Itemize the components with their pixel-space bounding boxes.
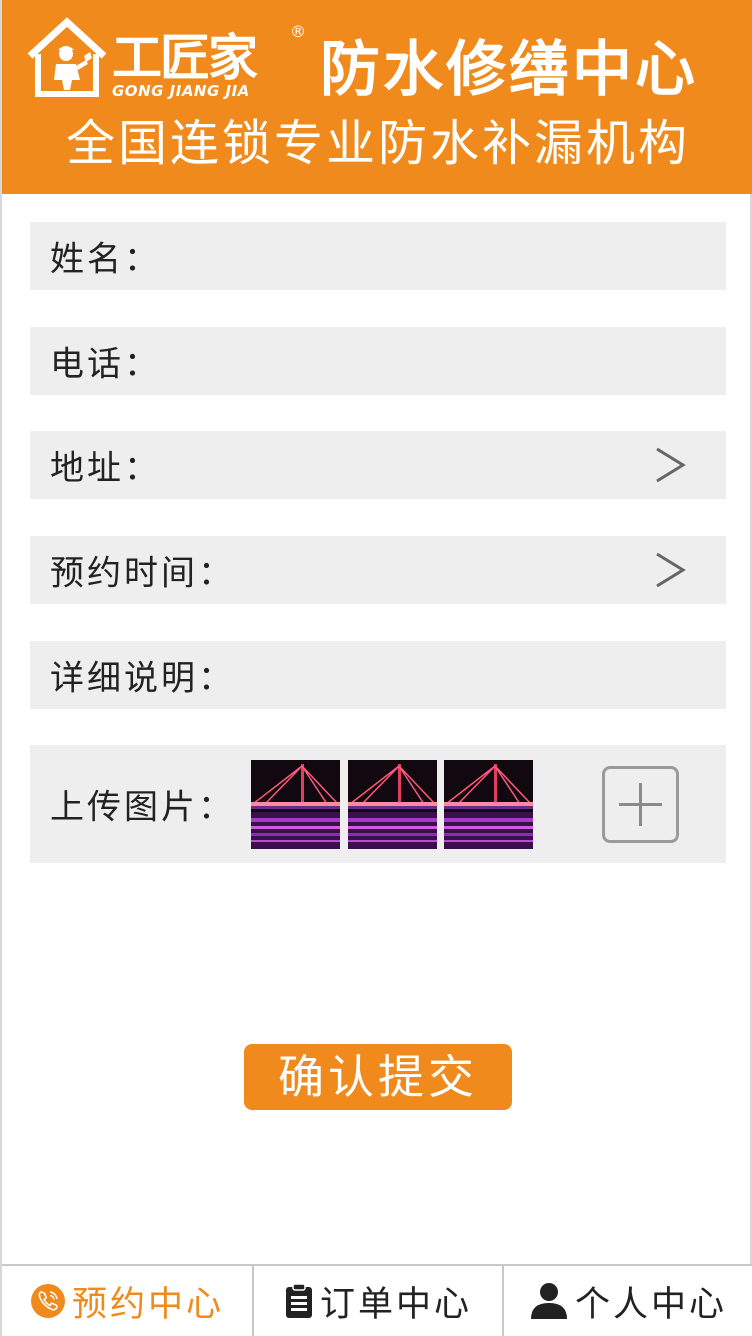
- phone-icon: [30, 1284, 65, 1318]
- logo-subtitle: GONG JIANG JIA: [112, 82, 250, 100]
- header-banner: 工匠家 GONG JIANG JIA ® 防水修缮中心 全国连锁专业防水补漏机构: [2, 0, 752, 194]
- address-label: 地址：: [50, 448, 161, 489]
- tab-label: 订单中心: [319, 1284, 472, 1325]
- uploaded-image-thumbnail[interactable]: [444, 760, 533, 849]
- name-label: 姓名：: [50, 239, 161, 280]
- address-field[interactable]: 地址：: [30, 431, 726, 499]
- clipboard-icon: [285, 1283, 312, 1318]
- chevron-right-icon: [656, 447, 686, 483]
- add-image-button[interactable]: [602, 766, 679, 843]
- tab-personal-center[interactable]: 个人中心: [502, 1266, 752, 1336]
- tab-appointment-center[interactable]: 预约中心: [2, 1266, 252, 1336]
- plus-icon: [619, 783, 662, 826]
- tab-label: 个人中心: [574, 1284, 727, 1325]
- appointment-time-field[interactable]: 预约时间：: [30, 536, 726, 604]
- appointment-time-label: 预约时间：: [50, 553, 235, 594]
- bottom-tab-bar: 预约中心 订单中心 个人中心: [2, 1264, 752, 1336]
- tab-label: 预约中心: [71, 1284, 224, 1325]
- slogan: 全国连锁专业防水补漏机构: [65, 115, 690, 172]
- confirm-submit-button[interactable]: 确认提交: [244, 1044, 512, 1110]
- detail-description-field[interactable]: 详细说明：: [30, 641, 726, 709]
- upload-images-field: 上传图片：: [30, 745, 726, 863]
- tab-order-center[interactable]: 订单中心: [252, 1266, 502, 1336]
- phone-label: 电话：: [50, 344, 161, 385]
- app-frame: 工匠家 GONG JIANG JIA ® 防水修缮中心 全国连锁专业防水补漏机构…: [0, 0, 752, 1336]
- page-title: 防水修缮中心: [320, 35, 698, 105]
- logo-name: 工匠家: [112, 29, 258, 87]
- registered-mark: ®: [290, 22, 306, 41]
- phone-field[interactable]: 电话：: [30, 327, 726, 395]
- upload-images-label: 上传图片：: [50, 787, 235, 828]
- name-field[interactable]: 姓名：: [30, 222, 726, 290]
- detail-description-label: 详细说明：: [50, 658, 235, 699]
- person-icon: [530, 1283, 567, 1319]
- chevron-right-icon: [656, 552, 686, 588]
- brand-logo: 工匠家 GONG JIANG JIA ®: [26, 16, 316, 104]
- uploaded-image-thumbnail[interactable]: [348, 760, 437, 849]
- house-worker-icon: [27, 17, 107, 97]
- uploaded-image-thumbnail[interactable]: [251, 760, 340, 849]
